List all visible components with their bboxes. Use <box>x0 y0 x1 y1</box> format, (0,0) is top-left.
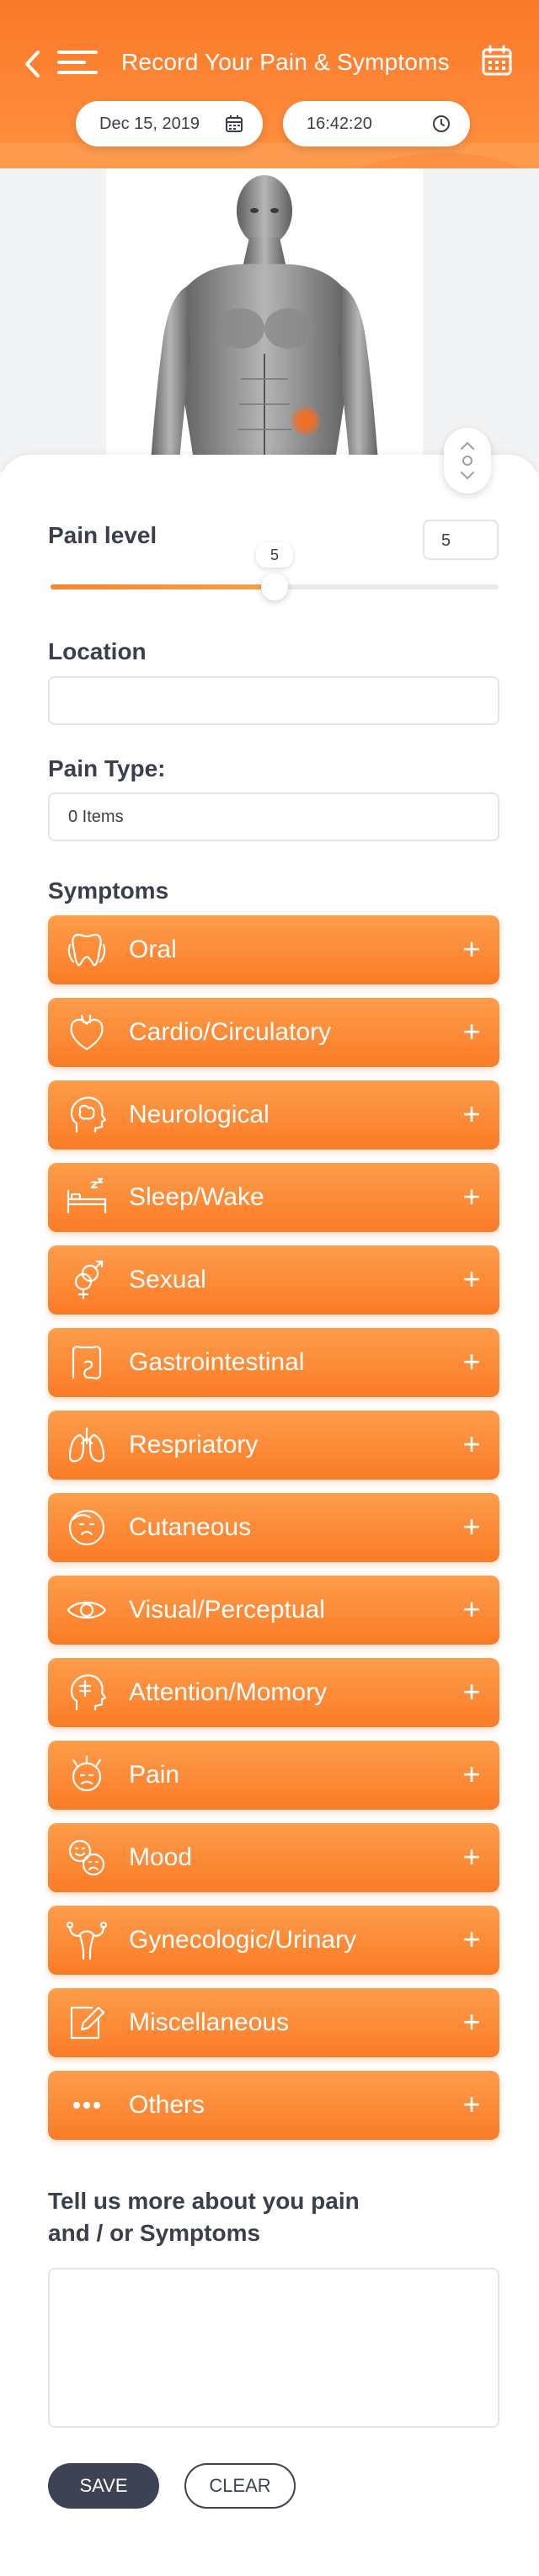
mood-icon <box>68 1839 105 1876</box>
symptoms-label: Symptoms <box>48 877 169 904</box>
time-picker[interactable]: 16:42:20 <box>283 101 470 147</box>
mind-icon <box>70 1674 107 1711</box>
symptom-category-label: Miscellaneous <box>129 2008 290 2036</box>
symptom-category-label: Neurological <box>129 1101 270 1128</box>
pain-type-label: Pain Type: <box>48 755 166 781</box>
symptom-category-others[interactable]: Others + <box>48 2071 499 2140</box>
plus-icon[interactable]: + <box>459 2003 484 2040</box>
symptom-category-miscellaneous[interactable]: Miscellaneous + <box>48 1988 499 2057</box>
location-label: Location <box>48 638 147 664</box>
menu-icon-line <box>57 71 98 74</box>
menu-icon-line <box>57 61 86 64</box>
eye-icon <box>67 1601 107 1619</box>
symptom-category-label: Gastrointestinal <box>129 1348 305 1376</box>
symptom-category-label: Others <box>129 2091 205 2119</box>
location-input[interactable] <box>48 676 499 725</box>
chevron-left-icon <box>25 51 40 77</box>
clear-button[interactable]: CLEAR <box>184 2463 296 2509</box>
plus-icon[interactable]: + <box>459 1673 484 1710</box>
pain-slider-thumb[interactable] <box>261 573 288 600</box>
pain-level-label: Pain level <box>48 522 157 548</box>
plus-icon[interactable]: + <box>459 931 484 968</box>
symptom-category-label: Pain <box>129 1761 180 1789</box>
gender-icon <box>74 1260 104 1300</box>
plus-icon[interactable]: + <box>459 2086 484 2123</box>
pain-type-select[interactable]: 0 Items <box>48 792 499 841</box>
symptom-category-label: Cardio/Circulatory <box>129 1018 332 1046</box>
intestine-icon <box>72 1346 102 1379</box>
symptom-category-label: Oral <box>129 936 177 963</box>
plus-icon[interactable]: + <box>459 1261 484 1298</box>
save-button[interactable]: SAVE <box>48 2463 159 2509</box>
pain-face-icon <box>72 1755 102 1792</box>
page-title: Record Your Pain & Symptoms <box>121 49 450 75</box>
symptom-category-label: Mood <box>129 1843 193 1871</box>
plus-icon[interactable]: + <box>459 1508 484 1545</box>
symptom-category-label: Cutaneous <box>129 1513 252 1541</box>
symptom-category-gynecologic-urinary[interactable]: Gynecologic/Urinary + <box>48 1906 499 1975</box>
symptom-category-visual-perceptual[interactable]: Visual/Perceptual + <box>48 1576 499 1645</box>
symptom-category-sexual[interactable]: Sexual + <box>48 1245 499 1315</box>
plus-icon[interactable]: + <box>459 1096 484 1133</box>
symptom-category-gastrointestinal[interactable]: Gastrointestinal + <box>48 1328 499 1397</box>
back-button[interactable] <box>22 49 44 79</box>
symptom-category-cutaneous[interactable]: Cutaneous + <box>48 1493 499 1562</box>
pain-level-input[interactable]: 5 <box>423 520 499 560</box>
face-icon <box>68 1509 105 1546</box>
lungs-icon <box>68 1427 105 1463</box>
details-label-line1: Tell us more about you pain <box>48 2188 360 2214</box>
calendar-button[interactable] <box>480 44 514 77</box>
symptom-category-mood[interactable]: Mood + <box>48 1823 499 1892</box>
date-value: Dec 15, 2019 <box>99 114 200 133</box>
uterus-icon <box>66 1921 108 1960</box>
details-label-line2: and / or Symptoms <box>48 2220 261 2246</box>
symptom-category-pain[interactable]: Pain + <box>48 1741 499 1810</box>
details-label: Tell us more about you pain and / or Sym… <box>48 2185 360 2249</box>
plus-icon[interactable]: + <box>459 1756 484 1793</box>
heart-icon <box>70 1014 104 1051</box>
symptom-category-label: Gynecologic/Urinary <box>129 1926 357 1954</box>
symptom-category-label: Attention/Momory <box>129 1678 328 1706</box>
rotate-icon <box>461 441 474 480</box>
symptom-category-label: Sexual <box>129 1266 206 1293</box>
more-icon <box>72 2101 101 2109</box>
symptom-category-attention-momory[interactable]: Attention/Momory + <box>48 1658 499 1727</box>
date-picker[interactable]: Dec 15, 2019 <box>76 101 263 147</box>
details-textarea[interactable] <box>48 2268 499 2428</box>
tooth-icon <box>67 933 106 967</box>
calendar-icon <box>482 45 512 76</box>
brain-head-icon <box>70 1096 107 1133</box>
menu-button[interactable] <box>57 47 98 77</box>
symptom-category-cardio-circulatory[interactable]: Cardio/Circulatory + <box>48 998 499 1067</box>
human-body-image <box>150 175 379 472</box>
symptom-category-oral[interactable]: Oral + <box>48 915 499 984</box>
plus-icon[interactable]: + <box>459 1426 484 1463</box>
pain-slider-fill <box>51 584 275 589</box>
clock-icon <box>433 115 450 132</box>
plus-icon[interactable]: + <box>459 1343 484 1380</box>
symptom-category-sleep-wake[interactable]: Sleep/Wake + <box>48 1163 499 1232</box>
plus-icon[interactable]: + <box>459 1838 484 1875</box>
symptom-category-neurological[interactable]: Neurological + <box>48 1080 499 1149</box>
symptom-category-label: Sleep/Wake <box>129 1183 264 1211</box>
rotate-body-button[interactable] <box>444 428 491 493</box>
bed-icon <box>67 1177 107 1214</box>
symptom-category-respriatory[interactable]: Respriatory + <box>48 1411 499 1480</box>
plus-icon[interactable]: + <box>459 1921 484 1958</box>
symptom-category-label: Respriatory <box>129 1431 259 1459</box>
time-value: 16:42:20 <box>307 114 372 133</box>
pain-slider-value-bubble: 5 <box>256 542 293 568</box>
symptom-category-label: Visual/Perceptual <box>129 1596 325 1624</box>
pain-location-marker[interactable] <box>291 406 321 436</box>
body-map[interactable] <box>106 168 423 472</box>
menu-icon <box>57 51 98 54</box>
plus-icon[interactable]: + <box>459 1013 484 1050</box>
plus-icon[interactable]: + <box>459 1178 484 1215</box>
calendar-small-icon <box>226 115 243 132</box>
edit-icon <box>70 2006 105 2040</box>
plus-icon[interactable]: + <box>459 1591 484 1628</box>
